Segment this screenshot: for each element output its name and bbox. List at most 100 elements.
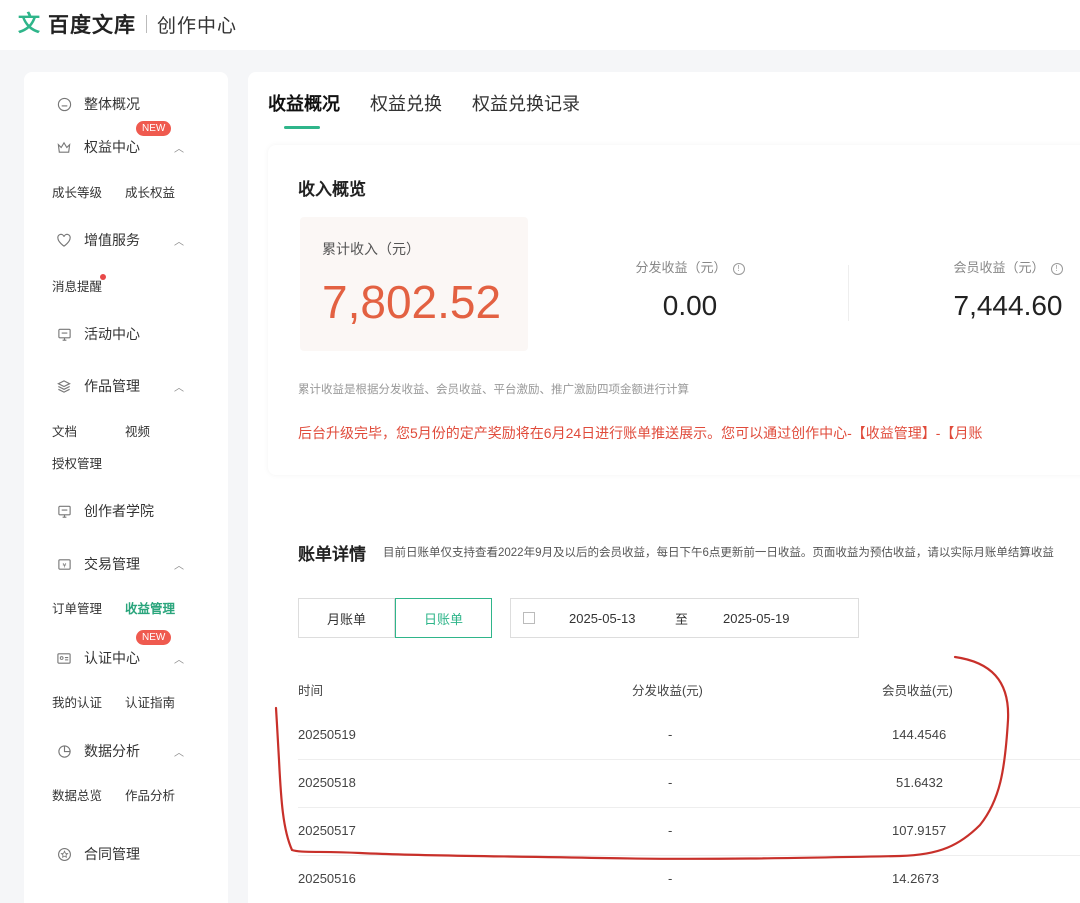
- id-card-icon: [56, 650, 72, 666]
- total-income-box: 累计收入（元） 7,802.52: [300, 217, 528, 351]
- bill-details-section: 账单详情 目前日账单仅支持查看2022年9月及以后的会员收益，每日下午6点更新前…: [268, 492, 1080, 903]
- chevron-up-icon[interactable]: ︿: [174, 140, 184, 155]
- upgrade-notice: 后台升级完毕，您5月份的定产奖励将在6月24日进行账单推送展示。您可以通过创作中…: [298, 425, 983, 441]
- sidebar-sub-works-analysis[interactable]: 作品分析: [125, 785, 175, 804]
- pie-chart-icon: [56, 743, 72, 759]
- tab-income-overview[interactable]: 收益概况: [268, 90, 340, 129]
- info-icon[interactable]: !: [732, 262, 745, 275]
- monthly-bill-button[interactable]: 月账单: [298, 598, 395, 638]
- chevron-up-icon[interactable]: ︿: [174, 233, 184, 248]
- cell-member: 107.9157: [892, 823, 947, 838]
- sidebar-sub-message-reminder[interactable]: 消息提醒: [52, 276, 102, 295]
- sidebar-sub-authorization[interactable]: 授权管理: [52, 453, 102, 472]
- sidebar-item-label: 活动中心: [84, 326, 140, 342]
- notification-dot: [100, 274, 106, 280]
- logo[interactable]: 文 百度文库 创作中心: [18, 9, 237, 39]
- member-income-value: 7,444.60: [953, 290, 1063, 321]
- cell-date: 20250517: [298, 823, 356, 838]
- total-income-label: 累计收入（元）: [322, 241, 420, 257]
- sidebar-item-label: 整体概况: [84, 96, 140, 112]
- sidebar-item-label: 数据分析: [84, 743, 140, 759]
- wenku-logo-icon: 文: [18, 11, 41, 36]
- sidebar-item-label: 认证中心: [84, 650, 140, 666]
- chevron-up-icon[interactable]: ︿: [174, 651, 184, 666]
- column-header-time: 时间: [298, 684, 324, 698]
- heart-icon: [56, 232, 72, 248]
- dashboard-icon: [56, 96, 72, 112]
- sidebar-item-label: 交易管理: [84, 556, 140, 572]
- top-bar: 文 百度文库 创作中心: [0, 0, 1080, 50]
- cell-date: 20250518: [298, 775, 356, 790]
- income-calculation-note: 累计收益是根据分发收益、会员收益、平台激励、推广激励四项金额进行计算: [298, 384, 689, 396]
- sidebar-sub-growth-level[interactable]: 成长等级: [52, 182, 102, 201]
- sidebar-sub-videos[interactable]: 视频: [125, 421, 150, 440]
- cell-date: 20250516: [298, 871, 356, 886]
- cell-distribution: -: [668, 727, 673, 742]
- bill-details-title: 账单详情: [298, 545, 366, 564]
- sidebar-item-label: 权益中心: [84, 139, 140, 155]
- date-end[interactable]: 2025-05-19: [723, 611, 790, 626]
- sidebar-item-overview[interactable]: 整体概况: [56, 94, 140, 114]
- sidebar-item-contract[interactable]: 合同管理: [56, 844, 140, 864]
- sidebar-sub-certification-guide[interactable]: 认证指南: [125, 692, 175, 711]
- logo-divider: [146, 15, 148, 33]
- sidebar-sub-my-certification[interactable]: 我的认证: [52, 692, 102, 711]
- wallet-icon: ¥: [56, 556, 72, 572]
- sidebar-item-label: 作品管理: [84, 378, 140, 394]
- tab-bar: 收益概况 权益兑换 权益兑换记录: [268, 90, 610, 129]
- cell-date: 20250519: [298, 727, 356, 742]
- date-range-picker[interactable]: 2025-05-13 至 2025-05-19: [510, 598, 859, 638]
- distribution-income-value: 0.00: [662, 290, 718, 321]
- sidebar-item-label: 创作者学院: [84, 503, 154, 519]
- creator-center-title: 创作中心: [157, 15, 238, 37]
- monitor-icon: [56, 326, 72, 342]
- bill-type-toggle: 月账单 日账单: [298, 598, 492, 638]
- sidebar-item-label: 合同管理: [84, 846, 140, 862]
- sidebar-sub-orders[interactable]: 订单管理: [52, 598, 102, 617]
- date-start[interactable]: 2025-05-13: [569, 611, 636, 626]
- distribution-income-stat: 分发收益（元）! 0.00: [590, 257, 790, 322]
- distribution-income-label: 分发收益（元）: [635, 260, 727, 275]
- chevron-up-icon[interactable]: ︿: [174, 744, 184, 759]
- new-badge: NEW: [136, 121, 172, 136]
- sidebar-item-value-added[interactable]: 增值服务 ︿: [56, 230, 184, 250]
- chevron-up-icon[interactable]: ︿: [174, 557, 184, 572]
- info-icon[interactable]: !: [1050, 262, 1063, 275]
- member-income-stat: 会员收益（元）! 7,444.60: [908, 257, 1080, 322]
- sidebar-item-label: 增值服务: [84, 232, 140, 248]
- cell-member: 144.4546: [892, 727, 947, 742]
- calendar-icon: [523, 612, 535, 624]
- sidebar-sub-income-management[interactable]: 收益管理: [125, 598, 175, 617]
- sidebar: 整体概况 权益中心 ︿ NEW 成长等级 成长权益 增值服务 ︿ 消息提醒 活动…: [24, 72, 228, 903]
- sidebar-item-trade[interactable]: ¥ 交易管理 ︿: [56, 554, 184, 574]
- sidebar-item-rights[interactable]: 权益中心 ︿: [56, 137, 184, 157]
- cell-distribution: -: [668, 823, 673, 838]
- badge-icon: [56, 846, 72, 862]
- daily-bill-button[interactable]: 日账单: [395, 598, 492, 638]
- sidebar-sub-documents[interactable]: 文档: [52, 421, 77, 440]
- stat-divider: [848, 265, 849, 321]
- table-row: 20250516 - 14.2673: [298, 856, 1080, 903]
- crown-icon: [56, 139, 72, 155]
- sidebar-item-works[interactable]: 作品管理 ︿: [56, 376, 184, 396]
- tab-rights-exchange[interactable]: 权益兑换: [370, 90, 442, 129]
- sidebar-sub-data-overview[interactable]: 数据总览: [52, 785, 102, 804]
- sidebar-item-certification[interactable]: 认证中心 ︿: [56, 648, 184, 668]
- svg-text:¥: ¥: [62, 561, 66, 569]
- date-separator: 至: [675, 611, 689, 627]
- sidebar-sub-growth-rights[interactable]: 成长权益: [125, 182, 175, 201]
- chevron-up-icon[interactable]: ︿: [174, 379, 184, 394]
- member-income-label: 会员收益（元）: [953, 260, 1045, 275]
- cell-member: 51.6432: [896, 775, 943, 790]
- bill-details-note: 目前日账单仅支持查看2022年9月及以后的会员收益，每日下午6点更新前一日收益。…: [383, 547, 1054, 559]
- sidebar-item-activity[interactable]: 活动中心: [56, 324, 140, 344]
- sidebar-item-analysis[interactable]: 数据分析 ︿: [56, 741, 184, 761]
- sidebar-item-academy[interactable]: 创作者学院: [56, 501, 154, 521]
- column-header-distribution: 分发收益(元): [632, 684, 703, 698]
- table-row: 20250519 - 144.4546: [298, 712, 1080, 760]
- layers-icon: [56, 378, 72, 394]
- tab-exchange-records[interactable]: 权益兑换记录: [472, 90, 580, 129]
- income-overview-card: 收入概览 累计收入（元） 7,802.52 分发收益（元）! 0.00 会员收益…: [268, 145, 1080, 475]
- column-header-member: 会员收益(元): [882, 684, 953, 698]
- cell-member: 14.2673: [892, 871, 939, 886]
